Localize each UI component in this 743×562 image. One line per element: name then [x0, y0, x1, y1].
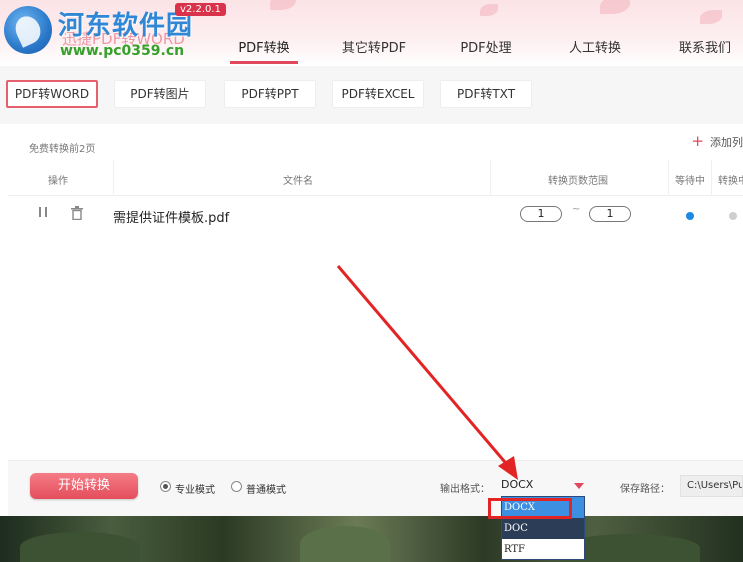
col-actions: 操作 [48, 176, 68, 187]
tab-pdf-to-image[interactable]: PDF转图片 [114, 80, 206, 108]
bottom-toolbar: 开始转换 专业模式 普通模式 输出格式： DOCX 保存路径： C:\Users… [8, 460, 743, 516]
watermark-brand: 河东软件园 [58, 11, 194, 41]
annotation-highlight-box [488, 498, 572, 519]
save-path-input[interactable]: C:\Users\Pub [680, 475, 743, 497]
col-filename: 文件名 [283, 176, 313, 187]
format-select[interactable]: DOCX [498, 475, 588, 495]
top-nav: PDF转换 其它转PDF PDF处理 人工转换 联系我们 [0, 40, 743, 66]
page-from-input[interactable]: 1 [520, 206, 562, 222]
page-to-input[interactable]: 1 [589, 206, 631, 222]
version-badge: v2.2.0.1 [175, 3, 226, 16]
add-file-label: 添加列 [710, 136, 743, 149]
desktop-wallpaper [0, 516, 743, 562]
mode-pro-label: 专业模式 [175, 485, 215, 496]
mode-normal-radio[interactable] [231, 481, 242, 492]
range-separator: ~ [572, 204, 581, 215]
plus-icon: + [691, 132, 704, 150]
app-header: 迅捷PDF转WORD 河东软件园 www.pc0359.cn v2.2.0.1 … [0, 0, 743, 66]
nav-manual-convert[interactable]: 人工转换 [566, 40, 624, 66]
nav-contact[interactable]: 联系我们 [676, 40, 734, 66]
tab-pdf-to-ppt[interactable]: PDF转PPT [224, 80, 316, 108]
add-file-button[interactable]: + 添加列 [691, 132, 743, 150]
mode-normal-label: 普通模式 [246, 485, 286, 496]
caret-down-icon [574, 483, 584, 489]
converting-status-dot [729, 212, 737, 220]
format-label: 输出格式： [440, 484, 490, 495]
nav-other-to-pdf[interactable]: 其它转PDF [338, 40, 410, 66]
col-converting: 转换中 [718, 176, 743, 187]
pause-icon[interactable] [37, 206, 49, 222]
trash-icon[interactable] [70, 206, 84, 224]
tab-pdf-to-txt[interactable]: PDF转TXT [440, 80, 532, 108]
waiting-status-dot [686, 212, 694, 220]
nav-pdf-convert[interactable]: PDF转换 [230, 40, 298, 66]
mode-pro-radio[interactable] [160, 481, 171, 492]
col-waiting: 等待中 [675, 176, 705, 187]
table-row: 需提供证件模板.pdf 1 ~ 1 [8, 198, 743, 232]
col-page-range: 转换页数范围 [548, 176, 608, 187]
nav-pdf-process[interactable]: PDF处理 [456, 40, 516, 66]
format-option-rtf[interactable]: RTF [502, 539, 584, 560]
start-convert-button[interactable]: 开始转换 [30, 473, 138, 499]
file-list-panel: 免费转换前2页 + 添加列 操作 文件名 转换页数范围 等待中 转换中 需提供证件… [8, 126, 743, 460]
table-header: 操作 文件名 转换页数范围 等待中 转换中 [8, 160, 743, 196]
format-value: DOCX [501, 478, 534, 491]
tab-pdf-to-word[interactable]: PDF转WORD [6, 80, 98, 108]
file-name: 需提供证件模板.pdf [113, 211, 230, 226]
format-option-doc[interactable]: DOC [502, 518, 584, 539]
tab-pdf-to-excel[interactable]: PDF转EXCEL [332, 80, 424, 108]
free-note: 免费转换前2页 [29, 144, 96, 155]
save-path-label: 保存路径： [620, 484, 670, 495]
convert-type-tabs: PDF转WORD PDF转图片 PDF转PPT PDF转EXCEL PDF转TX… [0, 66, 743, 124]
